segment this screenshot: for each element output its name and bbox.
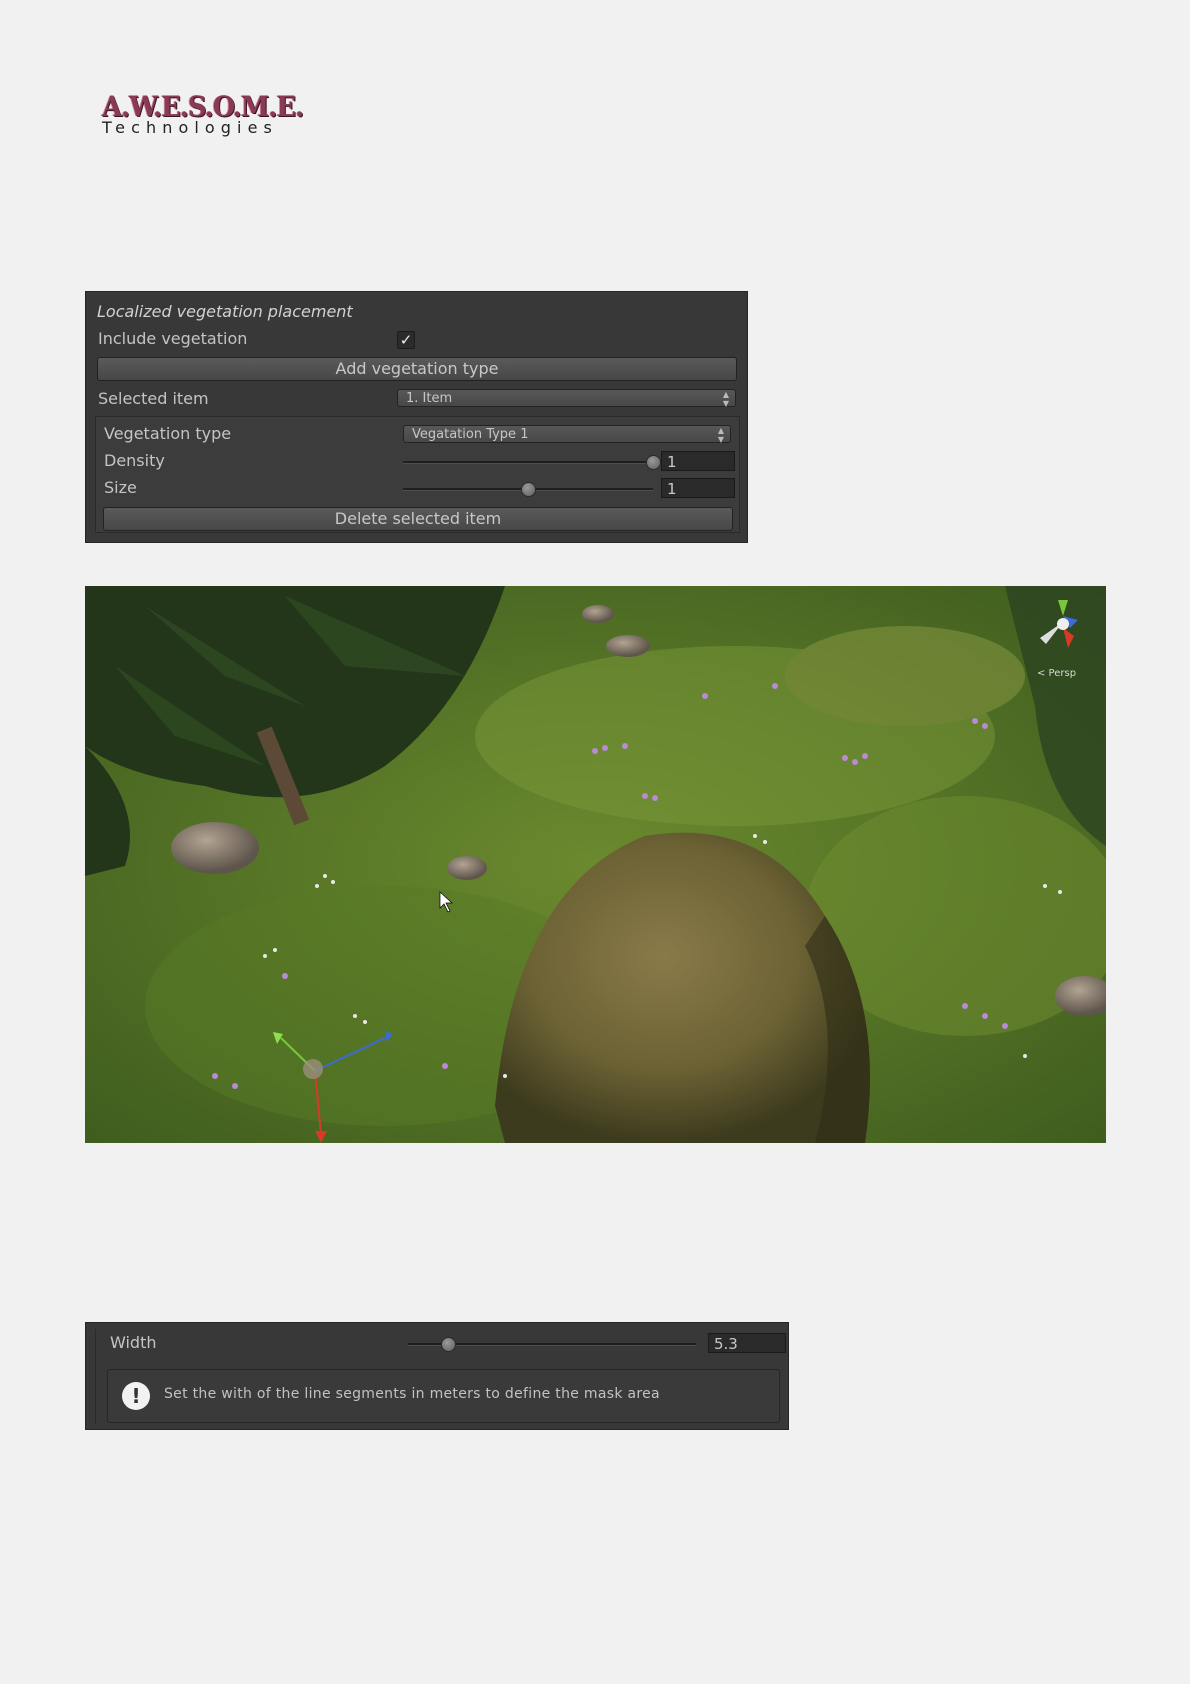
include-vegetation-label: Include vegetation [98, 329, 248, 348]
localized-vegetation-panel: Localized vegetation placement Include v… [85, 291, 748, 543]
checkmark-icon: ✓ [399, 331, 413, 349]
include-vegetation-checkbox[interactable]: ✓ [397, 331, 415, 349]
width-slider-track[interactable] [408, 1337, 696, 1352]
density-slider-thumb[interactable] [646, 455, 661, 470]
help-box: ! Set the with of the line segments in m… [107, 1369, 780, 1423]
width-slider-thumb[interactable] [441, 1337, 457, 1352]
size-label: Size [104, 478, 137, 497]
width-label: Width [110, 1333, 157, 1352]
exclamation-icon: ! [122, 1382, 150, 1410]
density-slider-track[interactable] [403, 455, 661, 470]
awesome-technologies-logo: A.W.E.S.O.M.E. Technologies [102, 90, 304, 142]
scene-view[interactable]: < Persp [85, 586, 1106, 1143]
selected-item-label: Selected item [98, 389, 209, 408]
updown-arrow-icon: ▲ ▼ [722, 390, 729, 408]
selected-item-dropdown[interactable]: 1. Item ▲ ▼ [397, 389, 736, 408]
width-inner-area: Width 5.3 ! Set the with of the line seg… [95, 1329, 786, 1424]
mask-width-panel: Width 5.3 ! Set the with of the line seg… [85, 1322, 789, 1430]
projection-label[interactable]: < Persp [1037, 668, 1076, 679]
vegetation-type-value: Vegatation Type 1 [412, 427, 529, 442]
density-field[interactable]: 1 [661, 451, 735, 471]
terrain-render [85, 586, 1106, 1143]
size-field[interactable]: 1 [661, 478, 735, 498]
selected-item-settings: Vegetation type Vegatation Type 1 ▲ ▼ Den… [95, 416, 740, 533]
delete-selected-item-button[interactable]: Delete selected item [103, 507, 733, 531]
width-field[interactable]: 5.3 [708, 1333, 786, 1353]
updown-arrow-icon: ▲ ▼ [717, 426, 724, 444]
axis-gizmo-icon [1040, 600, 1078, 648]
logo-main-text: A.W.E.S.O.M.E. [102, 90, 304, 123]
vegetation-type-dropdown[interactable]: Vegatation Type 1 ▲ ▼ [403, 425, 731, 444]
vegetation-type-label: Vegetation type [104, 424, 232, 443]
panel-header: Localized vegetation placement [97, 302, 353, 321]
size-slider-thumb[interactable] [521, 482, 536, 497]
density-label: Density [104, 451, 165, 470]
size-slider-track[interactable] [403, 482, 653, 497]
help-text: Set the with of the line segments in met… [164, 1386, 660, 1402]
selected-item-value: 1. Item [406, 391, 453, 406]
orientation-gizmo[interactable] [1030, 598, 1100, 658]
add-vegetation-type-button[interactable]: Add vegetation type [97, 357, 737, 381]
